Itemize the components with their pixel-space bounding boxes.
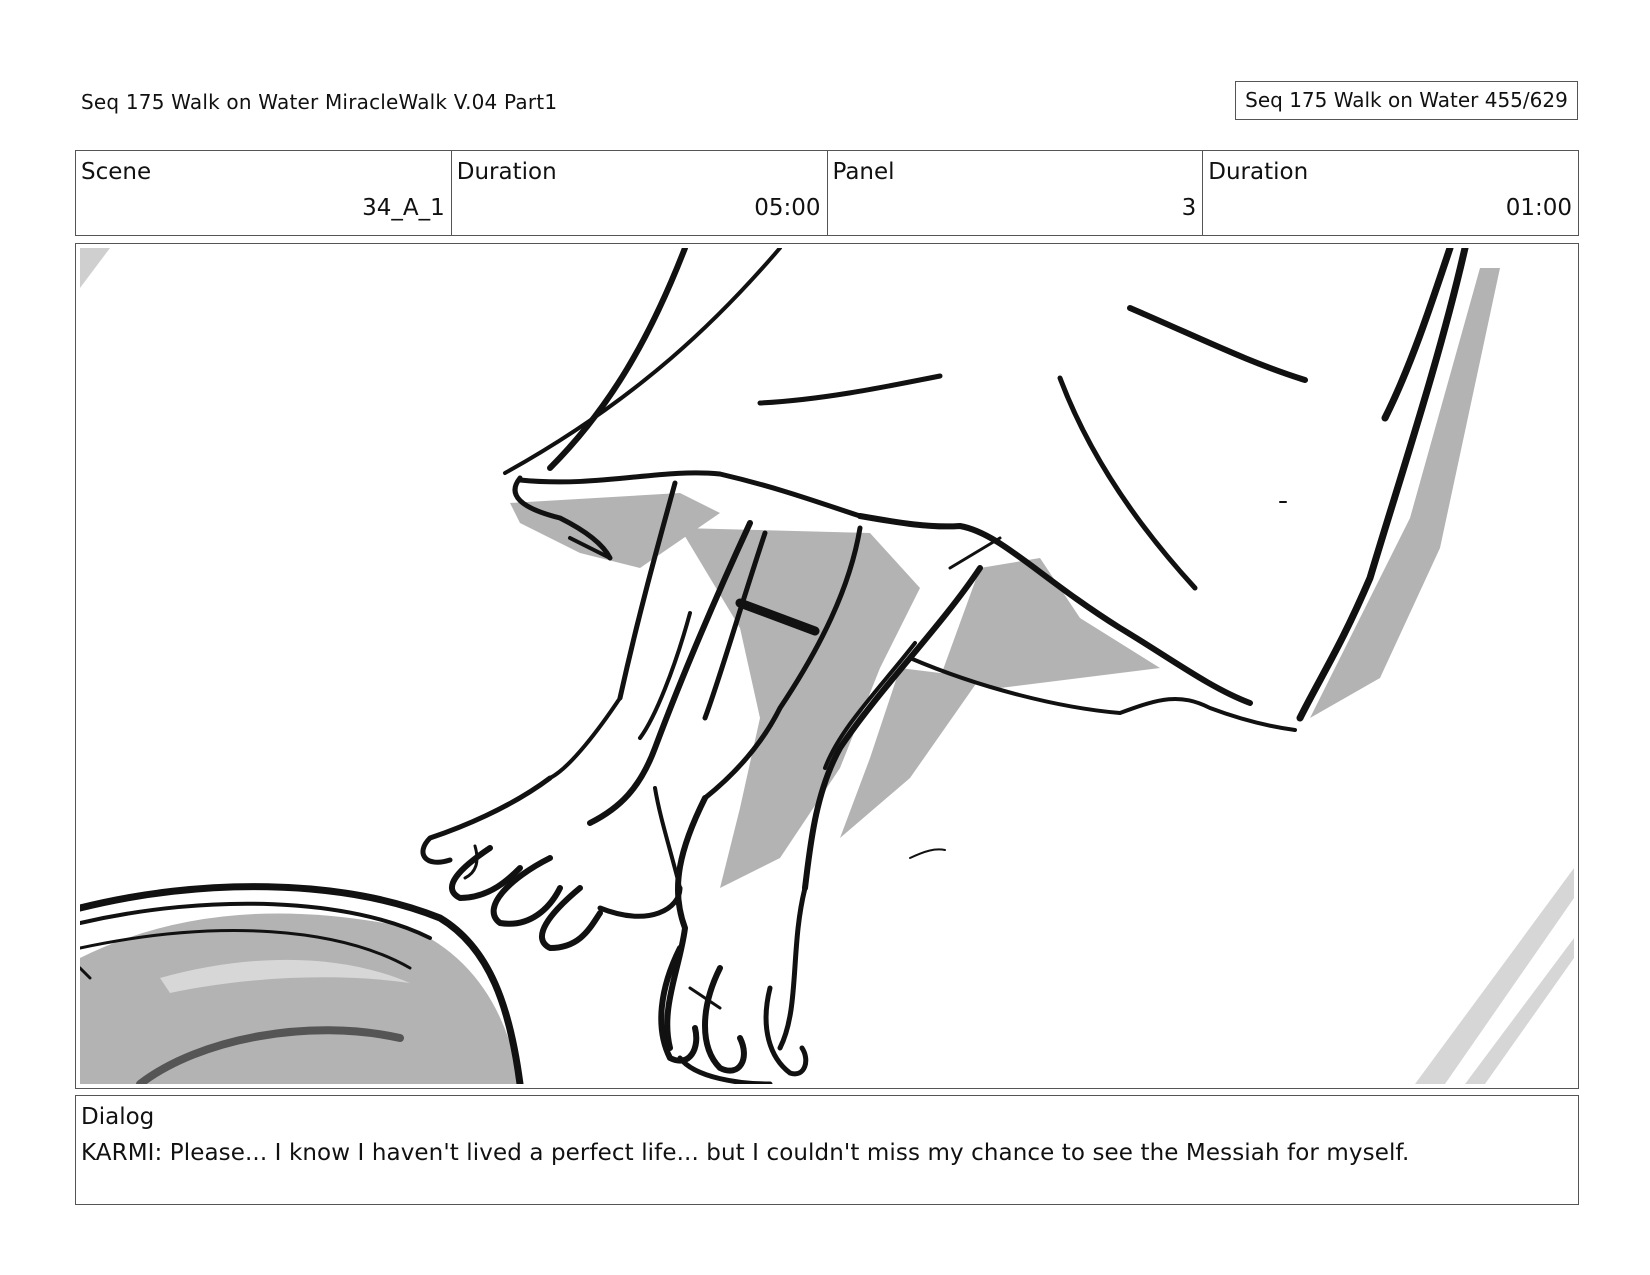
page-counter: Seq 175 Walk on Water 455/629 [1235,81,1578,120]
panel-duration-label: Duration [1208,159,1309,185]
duration-value: 05:00 [754,195,821,221]
duration-cell: Duration 05:00 [452,151,828,235]
panel-value: 3 [1181,195,1197,221]
header-title: Seq 175 Walk on Water MiracleWalk V.04 P… [81,90,558,114]
scene-label: Scene [81,159,152,185]
scene-value: 34_A_1 [362,195,445,221]
dialog-text: KARMI: Please... I know I haven't lived … [81,1140,1410,1166]
corner-mark-top-left [80,248,110,288]
panel-label: Panel [832,159,895,185]
duration-label: Duration [456,159,557,185]
storyboard-panel [75,243,1579,1089]
panel-duration-value: 01:00 [1505,195,1572,221]
panel-cell: Panel 3 [828,151,1204,235]
panel-duration-cell: Duration 01:00 [1203,151,1578,235]
storyboard-sketch [80,248,1574,1084]
scene-cell: Scene 34_A_1 [76,151,452,235]
dialog-label: Dialog [81,1104,155,1130]
panel-info-table: Scene 34_A_1 Duration 05:00 Panel 3 Dura… [75,150,1579,236]
dialog-box: Dialog KARMI: Please... I know I haven't… [75,1095,1579,1205]
